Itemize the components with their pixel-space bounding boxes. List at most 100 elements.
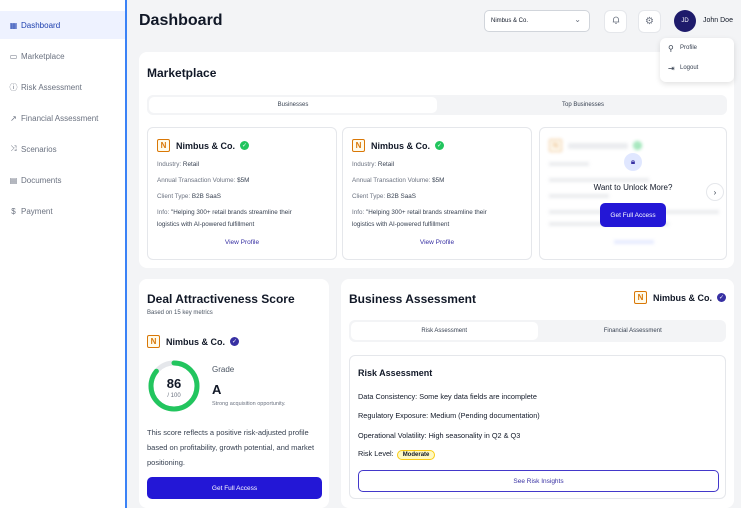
sidebar-item-label: Dashboard <box>21 20 61 30</box>
sidebar-item-label: Documents <box>21 175 62 185</box>
verified-check-icon: ✓ <box>633 141 642 150</box>
assessment-company: N Nimbus & Co. ✓ <box>633 291 726 304</box>
business-info-cont: logistics with AI-powered fulfillment <box>352 221 450 228</box>
business-assessment-title: Business Assessment <box>349 292 476 306</box>
deal-company-name: Nimbus & Co. <box>166 336 226 347</box>
carousel-next-button[interactable]: › <box>706 183 724 201</box>
sidebar-item-label: Risk Assessment <box>21 82 82 92</box>
sidebar-item-documents[interactable]: ▤ Documents <box>0 166 125 194</box>
get-full-access-button[interactable]: Get Full Access <box>600 203 666 227</box>
company-logo-icon: N <box>147 335 160 348</box>
verified-check-icon: ✓ <box>435 141 445 150</box>
view-profile-link[interactable]: View Profile <box>343 239 531 246</box>
blurred-line <box>549 162 589 166</box>
business-volume: Annual Transaction Volume: $5M <box>352 177 445 184</box>
lock-icon: 🔒︎ <box>624 153 642 171</box>
tab-financial-assessment[interactable]: Financial Assessment <box>540 320 727 342</box>
business-info-cont: logistics with AI-powered fulfillment <box>157 221 255 228</box>
business-card: N Nimbus & Co. ✓ Industry: Retail Annual… <box>147 127 337 260</box>
marketplace-tabs: Businesses Top Businesses <box>147 95 727 115</box>
sidebar-item-payment[interactable]: $ Payment <box>0 197 125 225</box>
blurred-line <box>549 178 649 182</box>
risk-level-badge: Moderate <box>396 450 436 460</box>
avatar[interactable]: JD <box>674 10 696 32</box>
grade-label: Grade <box>212 365 235 374</box>
verified-check-icon: ✓ <box>240 141 250 150</box>
grid-icon: ▦ <box>9 20 18 30</box>
company-logo-icon: N <box>633 291 647 304</box>
user-menu: ⚲ Profile ⇥ Logout <box>660 38 734 82</box>
sidebar-item-scenarios[interactable]: ⤨ Scenarios <box>0 135 125 163</box>
info-circle-icon: ⓘ <box>9 82 18 92</box>
score-max: / 100 <box>167 393 181 399</box>
company-logo-icon: N <box>157 139 170 152</box>
business-assessment-card: Business Assessment N Nimbus & Co. ✓ Ris… <box>341 279 734 508</box>
page-title: Dashboard <box>139 12 223 29</box>
menu-item-logout[interactable]: ⇥ Logout <box>660 58 734 78</box>
notifications-button[interactable] <box>604 10 627 33</box>
data-consistency: Data Consistency: Some key data fields a… <box>358 392 537 401</box>
blurred-header: N ✓ <box>549 139 642 152</box>
company-select[interactable]: Nimbus & Co. ⌄ <box>484 10 590 32</box>
verified-check-icon: ✓ <box>717 293 726 302</box>
see-risk-insights-button[interactable]: See Risk Insights <box>358 470 719 492</box>
logout-icon: ⇥ <box>668 63 675 73</box>
operational-volatility: Operational Volatility: High seasonality… <box>358 431 521 440</box>
sidebar-item-risk-assessment[interactable]: ⓘ Risk Assessment <box>0 73 125 101</box>
business-card: N Nimbus & Co. ✓ Industry: Retail Annual… <box>342 127 532 260</box>
tab-risk-assessment[interactable]: Risk Assessment <box>351 322 538 340</box>
business-info: Info: "Helping 300+ retail brands stream… <box>157 209 292 216</box>
business-header: N Nimbus & Co. ✓ <box>352 139 445 152</box>
folder-icon: ▭ <box>9 51 18 61</box>
view-profile-link[interactable]: View Profile <box>148 239 336 246</box>
business-header: N Nimbus & Co. ✓ <box>157 139 250 152</box>
deal-company: N Nimbus & Co. ✓ <box>147 335 240 348</box>
company-logo-icon: N <box>549 139 562 152</box>
document-icon: ▤ <box>9 175 18 185</box>
grade-value: A <box>212 382 222 397</box>
bell-icon <box>611 15 621 28</box>
blurred-line <box>549 194 609 198</box>
business-industry: Industry: Retail <box>157 161 200 168</box>
shuffle-icon: ⤨ <box>10 144 17 153</box>
business-info: Info: "Helping 300+ retail brands stream… <box>352 209 487 216</box>
company-logo-icon: N <box>352 139 365 152</box>
user-name[interactable]: John Doe <box>703 17 733 24</box>
company-select-value: Nimbus & Co. <box>491 18 529 24</box>
deal-score-title: Deal Attractiveness Score <box>147 292 295 306</box>
top-bar: Dashboard Nimbus & Co. ⌄ ⚙ JD John Doe <box>128 0 741 42</box>
settings-button[interactable]: ⚙ <box>638 10 661 33</box>
business-volume: Annual Transaction Volume: $5M <box>157 177 250 184</box>
marketplace-title: Marketplace <box>147 66 217 80</box>
business-client-type: Client Type: B2B SaaS <box>157 193 221 200</box>
tab-top-businesses[interactable]: Top Businesses <box>439 95 727 115</box>
sidebar-item-financial-assessment[interactable]: ↗ Financial Assessment <box>0 104 125 132</box>
blurred-link <box>614 240 654 244</box>
user-icon: ⚲ <box>668 43 674 53</box>
sidebar-item-dashboard[interactable]: ▦ Dashboard <box>0 11 125 39</box>
dollar-icon: $ <box>11 206 16 216</box>
chevron-down-icon: ⌄ <box>574 15 581 24</box>
business-name: Nimbus & Co. <box>371 140 431 151</box>
grade-note: Strong acquisition opportunity. <box>212 401 286 407</box>
deal-score-card: Deal Attractiveness Score Based on 15 ke… <box>139 279 329 508</box>
sidebar-item-label: Payment <box>21 206 53 216</box>
gear-icon: ⚙ <box>645 16 654 27</box>
business-name: Nimbus & Co. <box>176 140 236 151</box>
sidebar-item-marketplace[interactable]: ▭ Marketplace <box>0 42 125 70</box>
regulatory-exposure: Regulatory Exposure: Medium (Pending doc… <box>358 411 540 420</box>
risk-level: Risk Level: Moderate <box>358 449 436 460</box>
menu-item-profile[interactable]: ⚲ Profile <box>660 38 734 58</box>
get-full-access-button[interactable]: Get Full Access <box>147 477 322 499</box>
deal-description: This score reflects a positive risk-adju… <box>147 428 315 467</box>
deal-score-subtitle: Based on 15 key metrics <box>147 310 213 316</box>
tab-businesses[interactable]: Businesses <box>149 97 437 113</box>
chevron-right-icon: › <box>713 187 717 197</box>
sidebar-item-label: Marketplace <box>21 51 65 61</box>
unlock-prompt: Want to Unlock More? <box>593 183 673 192</box>
sidebar: ▦ Dashboard ▭ Marketplace ⓘ Risk Assessm… <box>0 0 127 508</box>
business-client-type: Client Type: B2B SaaS <box>352 193 416 200</box>
locked-business-card: N ✓ 🔒︎ Want to Unlock More? Get Full Acc… <box>539 127 727 260</box>
score-value: 86 <box>167 376 181 391</box>
sidebar-item-label: Financial Assessment <box>21 113 99 123</box>
